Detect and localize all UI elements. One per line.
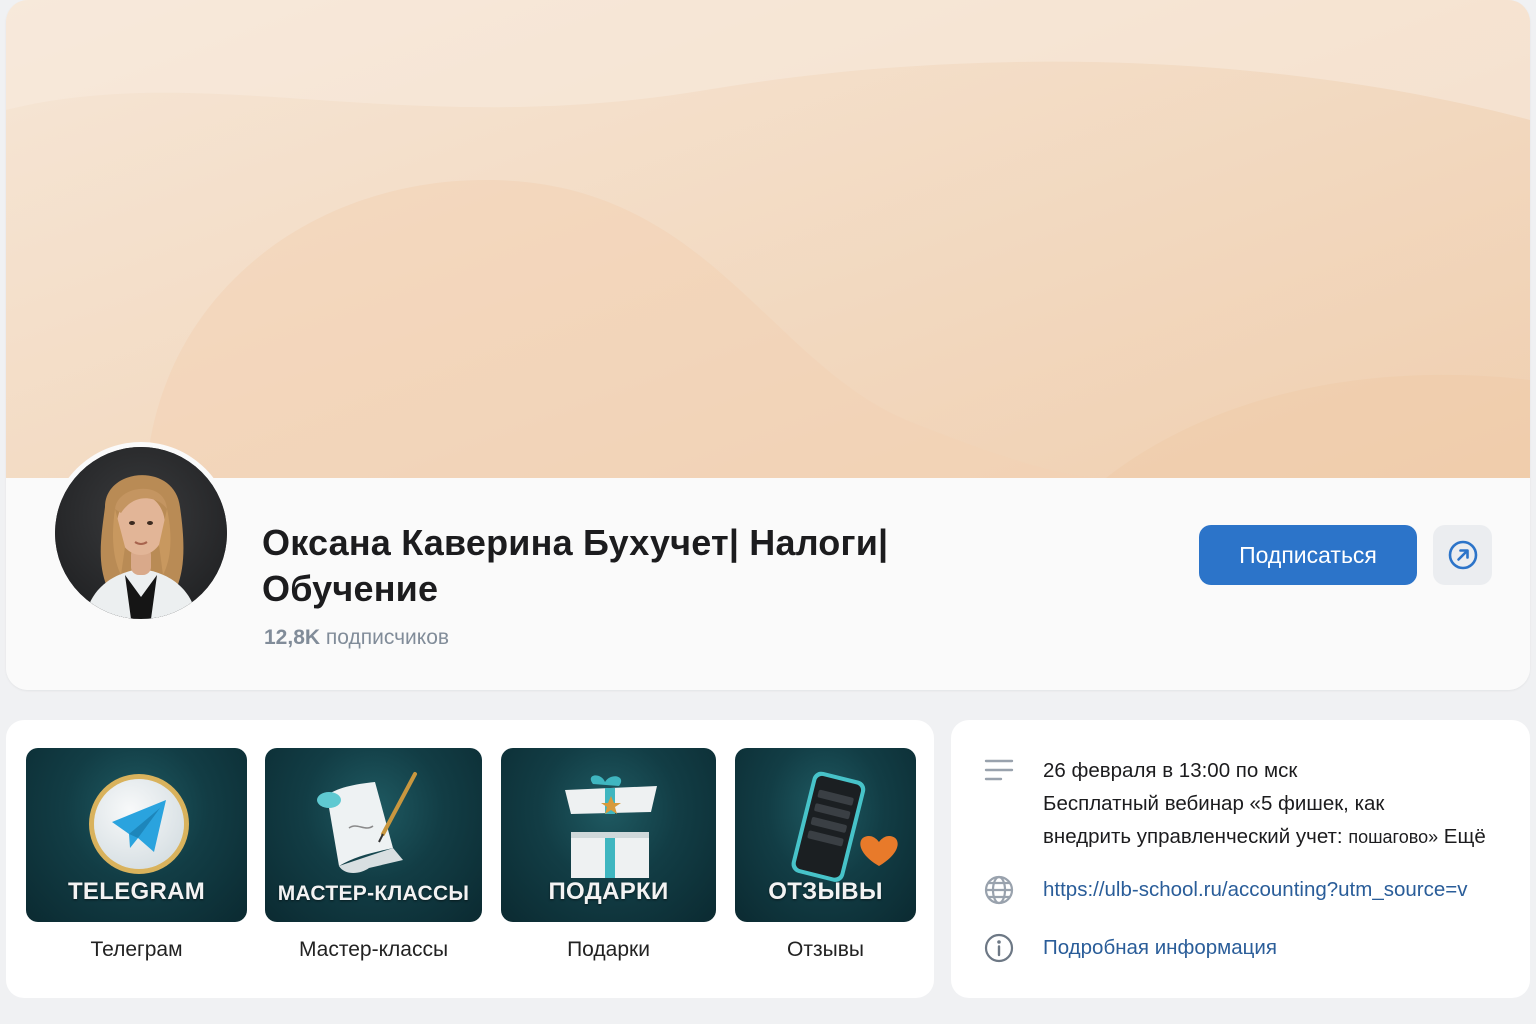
service-caption: Подарки: [567, 938, 650, 961]
service-tile: ПОДАРКИ: [501, 748, 716, 922]
service-caption: Мастер-классы: [298, 938, 449, 961]
service-tile-text: TELEGRAM: [67, 878, 206, 905]
service-tile: TELEGRAM: [26, 748, 247, 922]
subscribers-number: 12,8K: [264, 626, 321, 649]
description-lines-icon: [984, 759, 1014, 781]
about-block: 26 февраля в 13:00 по мск Бесплатный веб…: [951, 720, 1530, 998]
description-line: внедрить управленческий учет: пошагово» …: [1043, 820, 1513, 854]
service-reviews[interactable]: ОТЗЫВЫ Отзывы: [735, 748, 916, 962]
details-link[interactable]: Подробная информация: [1043, 936, 1277, 960]
subscribers-count[interactable]: 12,8K подписчиков: [264, 626, 449, 650]
share-button[interactable]: [1433, 525, 1492, 585]
subscribe-button[interactable]: Подписаться: [1199, 525, 1417, 585]
service-tile: ОТЗЫВЫ: [735, 748, 916, 922]
avatar-photo: [55, 447, 227, 619]
vk-community-page: Оксана Каверина Бухучет| Налоги| Обучени…: [0, 0, 1536, 1024]
avatar[interactable]: [50, 442, 232, 624]
cover-image: [6, 0, 1530, 478]
description-segment: внедрить управленческий учет:: [1043, 825, 1349, 848]
services-block: TELEGRAM Телеграм МАСТЕР-КЛАССЫ Мастер-к…: [6, 720, 934, 998]
service-caption: Отзывы: [787, 938, 864, 961]
service-tile: МАСТЕР-КЛАССЫ: [265, 748, 482, 922]
website-link[interactable]: https://ulb-school.ru/accounting?utm_sou…: [1043, 878, 1467, 902]
description-line: Бесплатный вебинар «5 фишек, как: [1043, 792, 1385, 815]
description-text: 26 февраля в 13:00 по мск Бесплатный веб…: [1043, 754, 1513, 854]
service-tile-text: ПОДАРКИ: [548, 878, 669, 905]
show-more-link[interactable]: Ещё: [1438, 825, 1486, 848]
description-segment: пошагово»: [1348, 827, 1439, 847]
arrow-up-right-circle-icon: [1448, 540, 1477, 570]
subscribers-label: подписчиков: [325, 626, 450, 649]
service-tile-text: ОТЗЫВЫ: [768, 878, 883, 905]
page-title: Оксана Каверина Бухучет| Налоги| Обучени…: [262, 522, 889, 609]
description-line: 26 февраля в 13:00 по мск: [1043, 759, 1298, 782]
service-telegram[interactable]: TELEGRAM Телеграм: [26, 748, 247, 962]
globe-icon: [984, 875, 1014, 905]
service-master-classes[interactable]: МАСТЕР-КЛАССЫ Мастер-классы: [265, 748, 482, 962]
service-gifts[interactable]: ПОДАРКИ Подарки: [501, 748, 716, 962]
service-tile-text: МАСТЕР-КЛАССЫ: [277, 882, 470, 905]
info-icon: [984, 933, 1014, 963]
service-caption: Телеграм: [90, 938, 183, 961]
